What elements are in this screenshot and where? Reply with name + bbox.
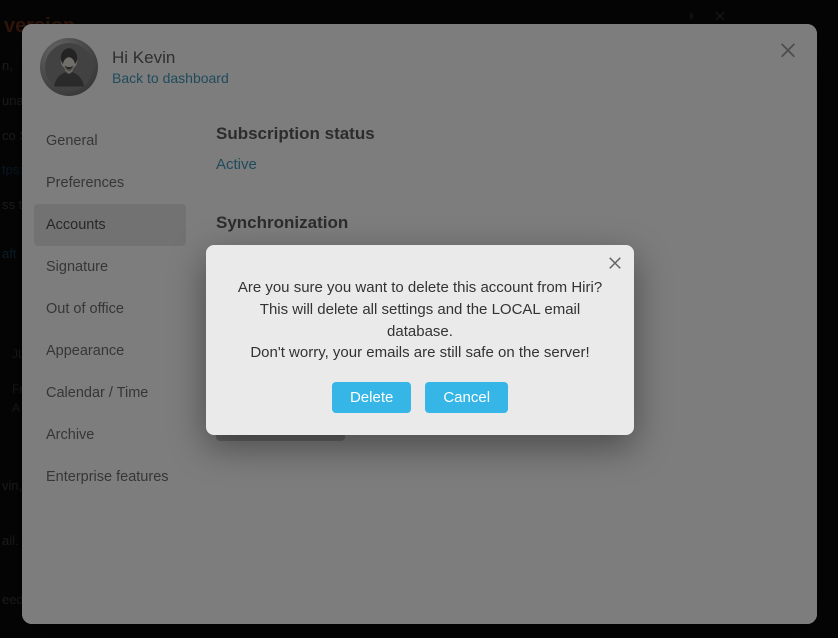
confirm-line2: This will delete all settings and the LO…: [260, 301, 580, 340]
confirm-cancel-button[interactable]: Cancel: [425, 382, 508, 413]
confirm-actions: Delete Cancel: [230, 382, 610, 413]
close-icon: [606, 253, 624, 271]
confirm-message: Are you sure you want to delete this acc…: [230, 277, 610, 364]
confirm-line3: Don't worry, your emails are still safe …: [250, 344, 589, 361]
confirm-line1: Are you sure you want to delete this acc…: [238, 279, 602, 296]
confirm-dialog: Are you sure you want to delete this acc…: [206, 245, 634, 435]
confirm-close-button[interactable]: [606, 253, 624, 276]
confirm-delete-button[interactable]: Delete: [332, 382, 411, 413]
